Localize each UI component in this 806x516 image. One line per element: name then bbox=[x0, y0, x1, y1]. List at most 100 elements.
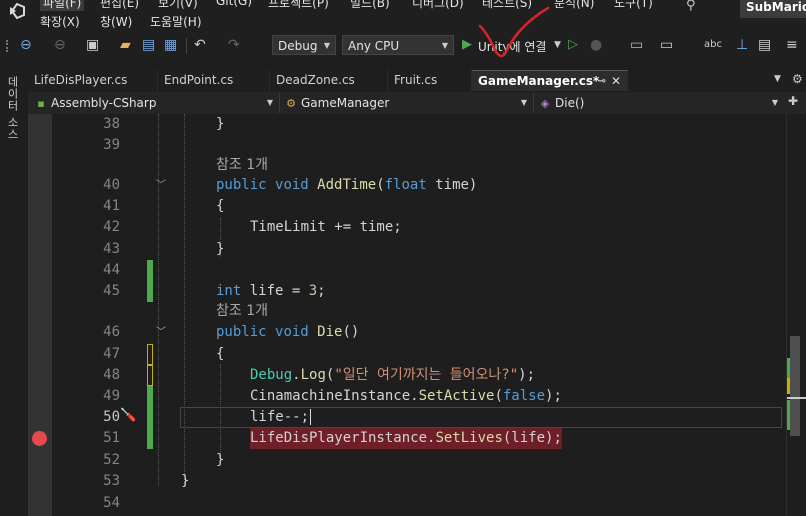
menu-debug[interactable]: 디버그(D) bbox=[412, 0, 464, 11]
quick-actions-screwdriver-icon[interactable]: 🪛 bbox=[120, 408, 136, 423]
menu-extensions[interactable]: 확장(X) bbox=[40, 13, 80, 30]
class-dropdown[interactable]: ⚙ GameManager ▼ bbox=[282, 93, 534, 113]
start-debug-icon[interactable]: ▶ bbox=[462, 36, 472, 54]
code-text: } bbox=[181, 473, 190, 489]
tab-endpoint[interactable]: EndPoint.cs bbox=[158, 70, 270, 91]
change-marker-saved bbox=[147, 407, 153, 428]
code-text: CinamachineInstance.SetActive(false); bbox=[250, 388, 562, 404]
tab-list-dropdown-icon[interactable]: ▼ bbox=[774, 74, 781, 84]
format-icon[interactable]: ⊥ bbox=[736, 36, 748, 54]
search-icon[interactable]: ⚲ bbox=[686, 0, 696, 13]
project-value: Assembly-CSharp bbox=[51, 96, 157, 110]
code-line: 41 { bbox=[28, 196, 786, 217]
menu-project[interactable]: 프로젝트(P) bbox=[268, 0, 329, 11]
code-line: 46 ﹀ public void Die() bbox=[28, 322, 786, 343]
settings-icon[interactable]: ⚙ bbox=[792, 72, 803, 86]
breakpoint-icon[interactable] bbox=[32, 431, 47, 446]
toolbar-overflow-icon[interactable]: ≡ bbox=[786, 36, 798, 54]
window-layout-icon[interactable]: ▭ bbox=[660, 36, 673, 54]
menu-test[interactable]: 테스트(S) bbox=[482, 0, 532, 11]
chevron-down-icon: ▼ bbox=[771, 98, 778, 107]
menu-tools[interactable]: 도구(T) bbox=[614, 0, 653, 11]
side-panel-bar: 데이터 소스 bbox=[0, 70, 22, 516]
code-line: 53 } bbox=[28, 471, 786, 492]
run-target-dropdown-icon[interactable]: ▼ bbox=[554, 36, 561, 54]
new-project-icon[interactable]: ▣ bbox=[86, 36, 99, 54]
change-marker-saved bbox=[147, 428, 153, 449]
code-line: 43 } bbox=[28, 239, 786, 260]
line-number: 51 bbox=[103, 430, 120, 446]
menu-view[interactable]: 보기(V) bbox=[158, 0, 198, 11]
chevron-down-icon: ▼ bbox=[520, 98, 527, 107]
project-name-badge[interactable]: SubMario bbox=[740, 0, 806, 18]
class-icon: ⚙ bbox=[286, 97, 296, 110]
redo-icon[interactable]: ↷ bbox=[228, 36, 240, 54]
breakpoint-line-text: LifeDisPlayerInstance.SetLives(life); bbox=[250, 428, 562, 449]
line-number: 39 bbox=[103, 137, 120, 153]
vertical-scrollbar[interactable] bbox=[786, 114, 806, 516]
code-text: int life = 3; bbox=[216, 283, 326, 299]
undo-icon[interactable]: ↶ bbox=[194, 36, 206, 54]
save-icon[interactable]: ▤ bbox=[142, 36, 155, 54]
hot-reload-icon[interactable]: ● bbox=[590, 36, 602, 54]
code-text: TimeLimit += time; bbox=[250, 219, 402, 235]
code-line: 38 } bbox=[28, 114, 786, 135]
tab-label: LifeDisPlayer.cs bbox=[34, 73, 128, 87]
menu-window[interactable]: 창(W) bbox=[100, 13, 132, 30]
project-dropdown[interactable]: ▪ Assembly-CSharp ▼ bbox=[30, 93, 280, 113]
pin-icon[interactable]: ⊸ bbox=[598, 71, 606, 92]
line-number: 52 bbox=[103, 452, 120, 468]
tab-label: Fruit.cs bbox=[394, 73, 438, 87]
navigate-forward-icon[interactable]: ⊖ bbox=[54, 36, 66, 54]
save-all-icon[interactable]: ▦ bbox=[164, 36, 177, 54]
data-sources-tab[interactable]: 데이터 소스 bbox=[4, 76, 20, 141]
chevron-down-icon: ▼ bbox=[266, 98, 273, 107]
menu-build[interactable]: 빌드(B) bbox=[350, 0, 390, 11]
scrollbar-thumb[interactable] bbox=[790, 336, 800, 436]
menu-analyze[interactable]: 분석(N) bbox=[554, 0, 594, 11]
member-dropdown[interactable]: ◈ Die() ▼ bbox=[536, 93, 784, 113]
tab-gamemanager[interactable]: GameManager.cs* ⊸ ✕ bbox=[472, 70, 628, 91]
collapse-chevron-icon[interactable]: ﹀ bbox=[156, 322, 166, 343]
toolbar-grip[interactable] bbox=[6, 40, 10, 52]
line-number: 45 bbox=[103, 283, 120, 299]
tab-fruit[interactable]: Fruit.cs bbox=[388, 70, 472, 91]
chevron-down-icon: ▼ bbox=[323, 41, 330, 50]
tab-lifedisplayer[interactable]: LifeDisPlayer.cs bbox=[28, 70, 158, 91]
menu-file[interactable]: 파일(F) bbox=[40, 0, 85, 11]
line-number: 46 bbox=[103, 324, 120, 340]
menu-git[interactable]: Git(G) bbox=[216, 0, 252, 8]
run-target-label[interactable]: Unity에 연결 bbox=[478, 38, 546, 55]
solution-explorer-icon[interactable]: ▭ bbox=[630, 36, 643, 54]
menu-edit[interactable]: 편집(E) bbox=[100, 0, 139, 11]
csharp-project-icon: ▪ bbox=[37, 97, 45, 110]
menu-help[interactable]: 도움말(H) bbox=[150, 13, 202, 30]
chevron-down-icon: ▼ bbox=[441, 41, 448, 50]
scrollbar-caret-marker bbox=[787, 397, 806, 399]
close-icon[interactable]: ✕ bbox=[611, 71, 621, 92]
platform-dropdown[interactable]: Any CPU ▼ bbox=[342, 35, 454, 55]
class-value: GameManager bbox=[301, 96, 390, 110]
split-view-icon[interactable]: ✚ bbox=[788, 94, 798, 108]
references-codelens[interactable]: 참조 1개 bbox=[216, 155, 268, 176]
code-editor[interactable]: 38 } 39 참조 1개 40 ﹀ public void AddTime(f… bbox=[28, 114, 786, 516]
references-codelens[interactable]: 참조 1개 bbox=[216, 301, 268, 322]
line-number: 38 bbox=[103, 116, 120, 132]
code-text: public void Die() bbox=[216, 324, 360, 340]
code-text: public void AddTime(float time) bbox=[216, 177, 478, 193]
code-line: 50 🪛 life--; bbox=[28, 407, 786, 428]
navigate-back-icon[interactable]: ⊖ bbox=[20, 36, 32, 54]
spell-check-icon[interactable]: abc bbox=[704, 36, 722, 54]
code-text: { bbox=[216, 198, 225, 214]
code-line: 40 ﹀ public void AddTime(float time) bbox=[28, 175, 786, 196]
comment-icon[interactable]: ▤ bbox=[758, 36, 771, 54]
configuration-value: Debug bbox=[278, 39, 318, 53]
code-line: 45 int life = 3; bbox=[28, 281, 786, 302]
visual-studio-logo-icon[interactable] bbox=[8, 2, 26, 20]
collapse-chevron-icon[interactable]: ﹀ bbox=[156, 175, 166, 196]
configuration-dropdown[interactable]: Debug ▼ bbox=[272, 35, 336, 55]
start-without-debug-icon[interactable]: ▷ bbox=[568, 36, 578, 54]
platform-value: Any CPU bbox=[348, 39, 400, 53]
tab-deadzone[interactable]: DeadZone.cs bbox=[270, 70, 388, 91]
open-folder-icon[interactable]: ▰ bbox=[120, 36, 131, 54]
